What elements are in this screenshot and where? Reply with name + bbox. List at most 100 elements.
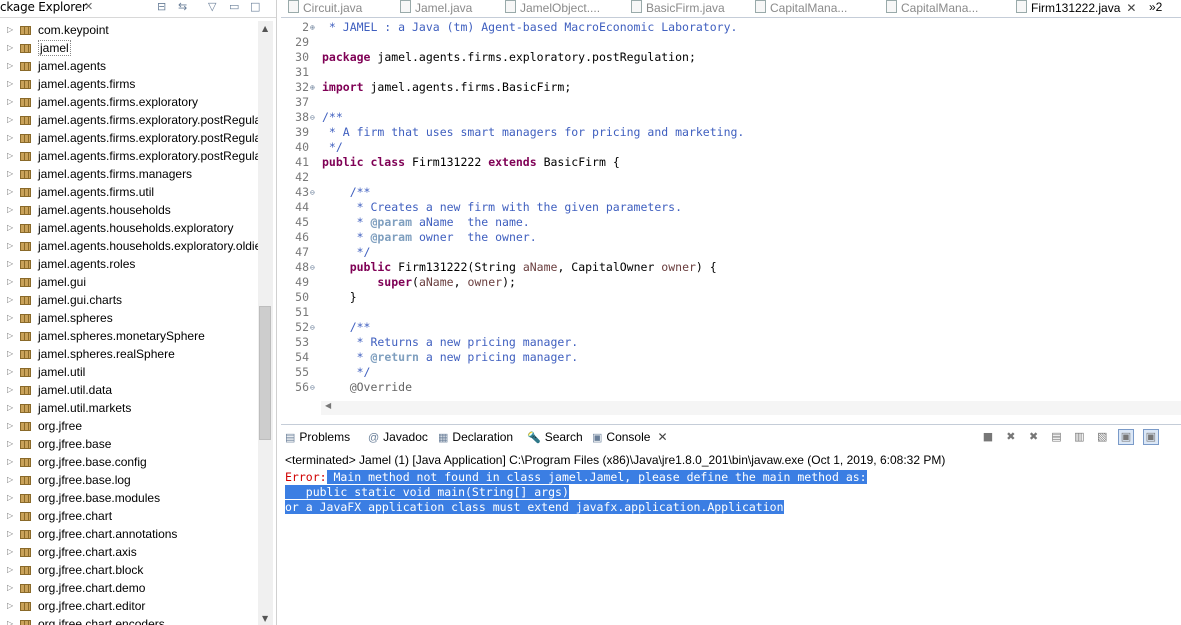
tree-item[interactable]: ▷ org.jfree.chart.axis	[0, 543, 258, 561]
expand-icon[interactable]: ▷	[7, 381, 13, 399]
expand-icon[interactable]: ▷	[7, 39, 13, 57]
close-icon[interactable]: ✕	[657, 430, 667, 444]
tree-item[interactable]: ▷ jamel.gui.charts	[0, 291, 258, 309]
tree-item[interactable]: ▷ jamel.agents.households.exploratory.old…	[0, 237, 261, 255]
tree-item[interactable]: ▷ jamel.agents.firms	[0, 75, 258, 93]
tab-basicfirm[interactable]: BasicFirm.java	[631, 0, 725, 17]
expand-icon[interactable]: ▷	[7, 363, 13, 381]
tree-item[interactable]: ▷ org.jfree.chart.editor	[0, 597, 258, 615]
tab-javadoc[interactable]: @ Javadoc	[368, 430, 428, 444]
remove-launch-icon[interactable]: ✖	[1004, 430, 1018, 444]
tree-item[interactable]: ▷ jamel.agents.firms.managers	[0, 165, 258, 183]
tab-problems[interactable]: ▤ Problems	[285, 430, 350, 444]
expand-icon[interactable]: ▷	[7, 489, 13, 507]
expand-icon[interactable]: ▷	[7, 57, 13, 75]
tree-item[interactable]: ▷ org.jfree.base.log	[0, 471, 258, 489]
show-on-output-icon[interactable]: ▣	[1117, 429, 1134, 445]
expand-icon[interactable]: ▷	[7, 21, 13, 39]
maximize-icon[interactable]: □	[250, 0, 260, 14]
tab-jamelobject[interactable]: JamelObject....	[505, 0, 600, 17]
tree-item[interactable]: ▷ org.jfree.base	[0, 435, 258, 453]
word-wrap-icon[interactable]: ▧	[1095, 430, 1109, 444]
tree-item[interactable]: ▷ jamel.agents.firms.exploratory	[0, 93, 258, 111]
tab-firm131222[interactable]: Firm131222.java ✕	[1016, 0, 1136, 17]
scroll-up-icon[interactable]: ▲	[262, 24, 268, 33]
link-with-editor-icon[interactable]: ⇆	[178, 0, 187, 14]
collapse-fold-icon[interactable]: ⊖	[310, 185, 315, 200]
collapse-all-icon[interactable]: ⊟	[157, 0, 166, 14]
tree-item[interactable]: ▷ jamel.spheres	[0, 309, 258, 327]
collapse-fold-icon[interactable]: ⊖	[310, 320, 315, 335]
tree-item[interactable]: ▷ jamel.agents.firms.exploratory.postRegu…	[0, 111, 261, 129]
tree-item[interactable]: ▷ jamel.agents	[0, 57, 258, 75]
tab-capitalmanager-2[interactable]: CapitalMana...	[886, 0, 978, 17]
close-icon[interactable]: ✕	[84, 0, 93, 14]
collapse-fold-icon[interactable]: ⊖	[310, 260, 315, 275]
expand-icon[interactable]: ▷	[7, 237, 13, 255]
expand-icon[interactable]: ▷	[7, 93, 13, 111]
scroll-lock-icon[interactable]: ▥	[1072, 430, 1086, 444]
show-on-error-icon[interactable]: ▣	[1142, 429, 1159, 445]
expand-icon[interactable]: ▷	[7, 597, 13, 615]
tab-console[interactable]: ▣ Console ✕	[592, 430, 668, 444]
console-output[interactable]: Error: Main method not found in class ja…	[285, 470, 867, 515]
expand-icon[interactable]: ▷	[7, 543, 13, 561]
tree-item[interactable]: ▷ jamel.agents.firms.exploratory.postRegu…	[0, 129, 261, 147]
terminate-icon[interactable]: ■	[981, 430, 995, 444]
expand-icon[interactable]: ▷	[7, 579, 13, 597]
tree-item[interactable]: ▷ org.jfree.chart.demo	[0, 579, 258, 597]
tab-overflow[interactable]: »2	[1149, 0, 1162, 17]
expand-icon[interactable]: ▷	[7, 471, 13, 489]
expand-icon[interactable]: ▷	[7, 291, 13, 309]
scroll-left-icon[interactable]: ◀	[325, 401, 331, 410]
minimize-icon[interactable]: ▭	[229, 0, 239, 14]
tab-jamel[interactable]: Jamel.java	[400, 0, 472, 17]
expand-icon[interactable]: ▷	[7, 183, 13, 201]
expand-icon[interactable]: ▷	[7, 435, 13, 453]
view-menu-icon[interactable]: ▽	[208, 0, 216, 14]
tree-item[interactable]: ▷ org.jfree.chart.encoders	[0, 615, 258, 625]
expand-icon[interactable]: ▷	[7, 129, 13, 147]
tree-item[interactable]: ▷ org.jfree.chart	[0, 507, 258, 525]
expand-fold-icon[interactable]: ⊕	[310, 20, 315, 35]
expand-icon[interactable]: ▷	[7, 111, 13, 129]
expand-icon[interactable]: ▷	[7, 525, 13, 543]
expand-icon[interactable]: ▷	[7, 147, 13, 165]
collapse-fold-icon[interactable]: ⊖	[310, 110, 315, 125]
tree-item[interactable]: ▷ jamel.agents.firms.util	[0, 183, 258, 201]
expand-icon[interactable]: ▷	[7, 309, 13, 327]
tree-item[interactable]: ▷ jamel.util.markets	[0, 399, 258, 417]
remove-all-icon[interactable]: ✖	[1027, 430, 1041, 444]
expand-icon[interactable]: ▷	[7, 561, 13, 579]
tab-declaration[interactable]: ▦ Declaration	[438, 430, 513, 444]
expand-icon[interactable]: ▷	[7, 273, 13, 291]
horizontal-scrollbar[interactable]: ◀	[321, 401, 1181, 415]
expand-icon[interactable]: ▷	[7, 165, 13, 183]
expand-icon[interactable]: ▷	[7, 201, 13, 219]
expand-icon[interactable]: ▷	[7, 615, 13, 625]
expand-icon[interactable]: ▷	[7, 399, 13, 417]
tree-item[interactable]: ▷ org.jfree.chart.annotations	[0, 525, 258, 543]
tree-item[interactable]: ▷ jamel.util	[0, 363, 258, 381]
tree-item[interactable]: ▷ com.keypoint	[0, 21, 258, 39]
scroll-down-icon[interactable]: ▼	[262, 614, 268, 623]
expand-icon[interactable]: ▷	[7, 219, 13, 237]
tab-circuit[interactable]: Circuit.java	[288, 0, 362, 17]
tree-item[interactable]: ▷ org.jfree	[0, 417, 258, 435]
tree-item[interactable]: ▷ org.jfree.base.modules	[0, 489, 258, 507]
tree-item[interactable]: ▷ org.jfree.chart.block	[0, 561, 258, 579]
code-area[interactable]: 2 ⊕ * JAMEL : a Java (tm) Agent-based Mac…	[281, 20, 1181, 398]
expand-fold-icon[interactable]: ⊕	[310, 80, 315, 95]
tree-item[interactable]: ▷ jamel.spheres.realSphere	[0, 345, 258, 363]
tree-item[interactable]: ▷ org.jfree.base.config	[0, 453, 258, 471]
scrollbar-thumb[interactable]	[259, 306, 271, 440]
tree-item[interactable]: ▷ jamel.spheres.monetarySphere	[0, 327, 258, 345]
tree-item[interactable]: ▷ jamel.util.data	[0, 381, 258, 399]
tree-item[interactable]: ▷ jamel.agents.households	[0, 201, 258, 219]
expand-icon[interactable]: ▷	[7, 327, 13, 345]
tab-capitalmanager-1[interactable]: CapitalMana...	[755, 0, 847, 17]
expand-icon[interactable]: ▷	[7, 417, 13, 435]
expand-icon[interactable]: ▷	[7, 75, 13, 93]
clear-console-icon[interactable]: ▤	[1049, 430, 1063, 444]
tree-item[interactable]: ▷ jamel.agents.households.exploratory	[0, 219, 258, 237]
